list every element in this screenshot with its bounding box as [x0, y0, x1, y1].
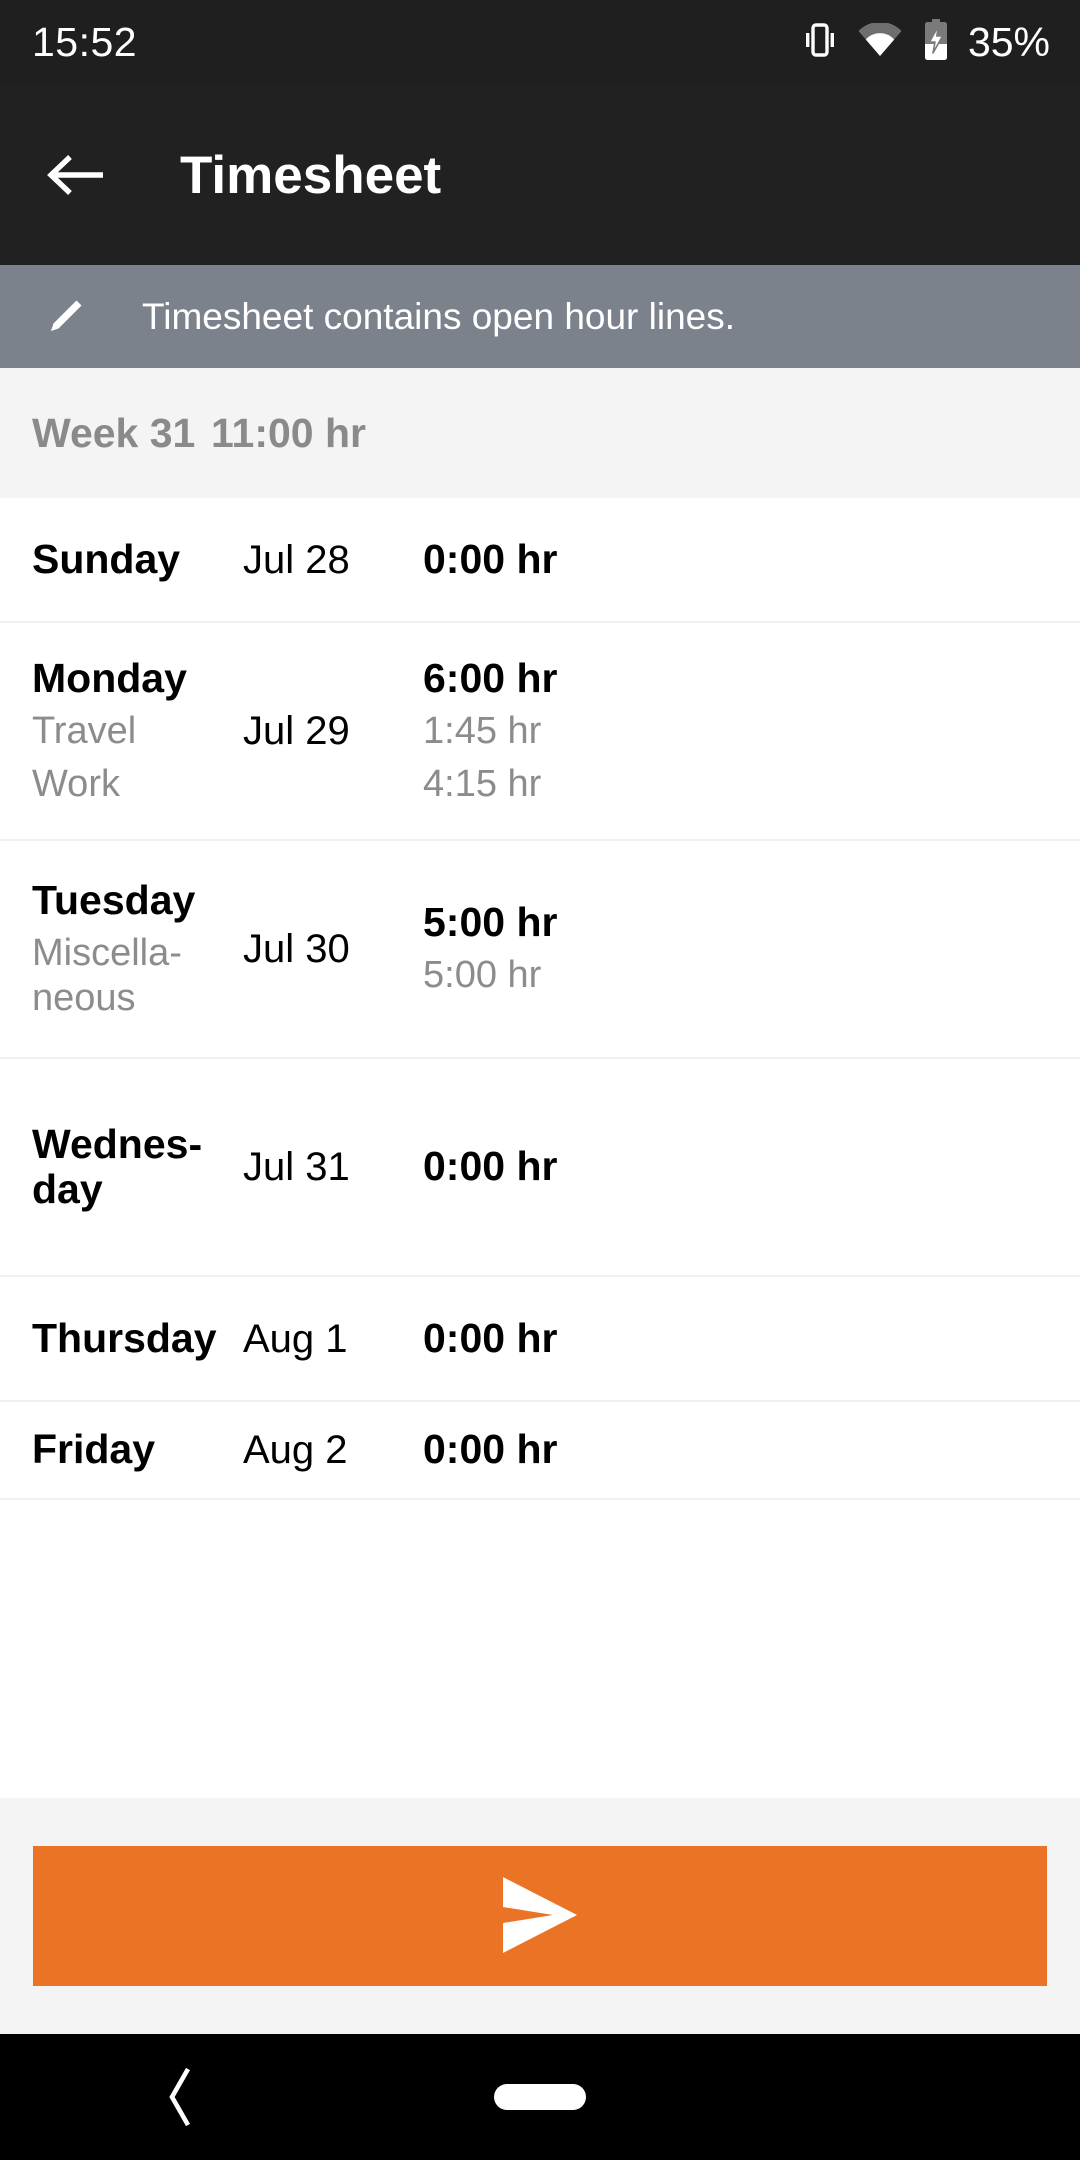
- hour-line-hours: 4:15 hr: [423, 762, 542, 805]
- day-total-hours: 0:00 hr: [423, 1143, 558, 1190]
- hours-cell: 5:00 hr 5:00 hr: [423, 899, 1080, 998]
- day-date: Jul 31: [243, 1145, 350, 1189]
- day-cell: Monday Travel Work: [32, 654, 243, 807]
- submit-timesheet-button[interactable]: [33, 1846, 1047, 1986]
- status-bar-clock: 15:52: [32, 19, 138, 65]
- day-date: Jul 30: [243, 927, 350, 971]
- day-total-hours: 0:00 hr: [423, 1314, 558, 1361]
- timesheet-day-list: Sunday Jul 28 0:00 hr Monday Travel Work Jul 2…: [0, 498, 1080, 1500]
- table-row[interactable]: Wednes-day Jul 31 0:00 hr: [0, 1059, 1080, 1277]
- hour-line-label: Travel: [32, 709, 137, 752]
- date-cell: Jul 30: [243, 927, 423, 971]
- status-bar-icons: 35%: [803, 19, 1050, 66]
- pencil-icon: [40, 292, 90, 342]
- submit-footer: [0, 1798, 1080, 2034]
- notice-text: Timesheet contains open hour lines.: [142, 296, 736, 337]
- hours-cell: 0:00 hr: [423, 1144, 1080, 1189]
- day-name: Friday: [32, 1426, 156, 1473]
- nav-home-pill[interactable]: [494, 2084, 586, 2110]
- day-date: Aug 2: [243, 1428, 348, 1472]
- day-cell: Sunday: [32, 535, 243, 582]
- hour-line-hours: 1:45 hr: [423, 709, 542, 752]
- day-cell: Friday: [32, 1427, 243, 1472]
- day-total-hours: 5:00 hr: [423, 899, 558, 946]
- day-cell: Wednes-day: [32, 1120, 243, 1212]
- vibrate-icon: [803, 20, 837, 65]
- day-name: Monday: [32, 654, 187, 701]
- day-cell: Thursday: [32, 1314, 243, 1361]
- day-name: Wednes-day: [32, 1120, 203, 1212]
- table-row[interactable]: Sunday Jul 28 0:00 hr: [0, 498, 1080, 623]
- battery-charging-icon: [923, 19, 949, 66]
- day-name: Sunday: [32, 535, 181, 582]
- day-date: Aug 1: [243, 1316, 348, 1361]
- table-row[interactable]: Tuesday Miscella-neous Jul 30 5:00 hr 5:00 h…: [0, 841, 1080, 1059]
- day-name: Tuesday: [32, 876, 196, 923]
- date-cell: Aug 2: [243, 1428, 423, 1472]
- week-label: Week 31: [32, 409, 196, 456]
- table-row[interactable]: Friday Aug 2 0:00 hr: [0, 1402, 1080, 1500]
- hours-cell: 0:00 hr: [423, 535, 1080, 582]
- table-row[interactable]: Thursday Aug 1 0:00 hr: [0, 1277, 1080, 1402]
- nav-back-icon[interactable]: [140, 2057, 220, 2137]
- open-hour-lines-notice[interactable]: Timesheet contains open hour lines.: [0, 265, 1080, 368]
- date-cell: Aug 1: [243, 1317, 423, 1361]
- date-cell: Jul 29: [243, 709, 423, 753]
- status-bar: 15:52 35%: [0, 0, 1080, 85]
- day-total-hours: 6:00 hr: [423, 654, 558, 701]
- arrow-back-icon[interactable]: [40, 139, 112, 211]
- day-date: Jul 29: [243, 709, 350, 753]
- day-total-hours: 0:00 hr: [423, 1426, 558, 1473]
- day-name: Thursday: [32, 1314, 217, 1361]
- hour-line-label: Work: [32, 762, 120, 805]
- android-nav-bar: [0, 2034, 1080, 2160]
- send-icon: [497, 1875, 583, 1958]
- date-cell: Jul 31: [243, 1145, 423, 1189]
- hour-line-hours: 5:00 hr: [423, 954, 542, 997]
- day-date: Jul 28: [243, 537, 350, 582]
- hour-line-label: Miscella-neous: [32, 931, 182, 1019]
- hours-cell: 0:00 hr: [423, 1427, 1080, 1472]
- hours-cell: 0:00 hr: [423, 1314, 1080, 1361]
- week-header-row: Week 31 11:00 hr: [0, 368, 1080, 498]
- table-row[interactable]: Monday Travel Work Jul 29 6:00 hr 1:45 hr 4:15…: [0, 623, 1080, 841]
- app-bar: Timesheet: [0, 85, 1080, 265]
- day-cell: Tuesday Miscella-neous: [32, 876, 243, 1021]
- battery-percent-label: 35%: [967, 19, 1050, 65]
- wifi-icon: [858, 21, 902, 62]
- page-title: Timesheet: [180, 145, 442, 205]
- hours-cell: 6:00 hr 1:45 hr 4:15 hr: [423, 654, 1080, 807]
- week-total-hours: 11:00 hr: [211, 409, 366, 456]
- day-total-hours: 0:00 hr: [423, 535, 558, 582]
- date-cell: Jul 28: [243, 538, 423, 582]
